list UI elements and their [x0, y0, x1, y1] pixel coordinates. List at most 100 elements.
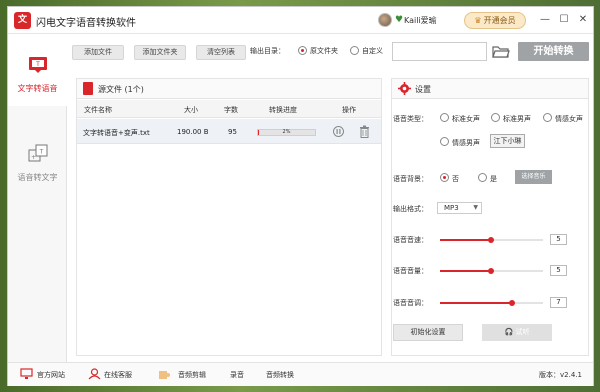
column-header-progress: 转换进度 [269, 106, 297, 114]
radio-custom-folder-label: 自定义 [362, 47, 383, 55]
user-avatar[interactable] [378, 13, 392, 27]
radio-bg-yes[interactable] [478, 173, 487, 182]
headphone-icon: 🎧 [504, 328, 516, 336]
file-icon [83, 82, 93, 95]
table-row[interactable]: 文字转语音+变声.txt 190.00 B 95 2% [77, 119, 381, 144]
speed-slider-fill [440, 239, 490, 241]
online-service-link[interactable]: 在线客服 [104, 370, 132, 380]
puzzle-icon [159, 371, 170, 379]
output-dir-label: 输出目录： [250, 47, 285, 55]
radio-voice-emotion-female[interactable] [543, 113, 552, 122]
minimize-button[interactable]: — [538, 13, 552, 27]
source-file-panel: 源文件 (1个) 文件名称 大小 字数 转换进度 操作 文字转语音+变声.txt… [76, 78, 382, 356]
add-file-button[interactable]: 添加文件 [72, 45, 124, 60]
sidebar-item-text-to-speech[interactable]: T 文字转语音 [8, 34, 67, 106]
pause-icon[interactable] [333, 126, 344, 137]
bottom-bar: 官方网站 在线客服 音频剪辑 录音 音频转换 版本：v2.4.1 [8, 362, 593, 386]
voice-type-label: 语音类型： [393, 115, 428, 123]
sidebar-item-speech-to-text[interactable]: T + 语音转文字 [8, 130, 67, 202]
user-name[interactable]: Kaili爱瑜 [404, 15, 437, 26]
progress-label: 2% [282, 129, 291, 135]
radio-voice-standard-male[interactable] [491, 113, 500, 122]
user-badge-icon: ♥ [395, 15, 404, 25]
svg-text:T: T [35, 61, 40, 68]
sidebar: T 文字转语音 T + 语音转文字 [8, 34, 67, 362]
clear-list-button[interactable]: 清空列表 [196, 45, 246, 60]
file-size-cell: 190.00 B [177, 128, 209, 136]
format-label: 输出格式： [393, 205, 428, 213]
init-settings-button[interactable]: 初始化设置 [393, 324, 463, 341]
column-header-name: 文件名称 [84, 106, 112, 114]
format-select[interactable]: MP3 ▼ [437, 202, 482, 214]
output-path-input[interactable] [392, 42, 487, 61]
radio-custom-folder[interactable] [350, 46, 359, 55]
voice-option-label: 标准男声 [503, 115, 531, 123]
pitch-label: 语音音调： [393, 299, 428, 307]
volume-slider[interactable] [440, 268, 543, 274]
settings-title: 设置 [415, 85, 431, 94]
monitor-icon [20, 368, 33, 379]
vip-button[interactable]: ♛ 开通会员 [464, 12, 526, 29]
speed-slider[interactable] [440, 237, 543, 243]
file-chars-cell: 95 [228, 128, 237, 136]
source-file-title: 源文件 (1个) [98, 85, 144, 94]
voice-selected-button[interactable]: 江下小琳 [490, 134, 525, 148]
svg-text:+: + [31, 154, 36, 161]
bg-no-label: 否 [452, 175, 459, 183]
source-file-header: 源文件 (1个) [77, 79, 381, 99]
start-convert-button[interactable]: 开始转换 [518, 42, 589, 61]
title-bar: 文 闪电文字语音转换软件 ♥ Kaili爱瑜 ♛ 开通会员 — ☐ ✕ [8, 7, 593, 34]
format-value: MP3 [444, 204, 459, 212]
volume-slider-fill [440, 270, 490, 272]
app-logo-icon: 文 [14, 12, 31, 29]
record-link[interactable]: 录音 [230, 370, 244, 380]
radio-source-folder[interactable] [298, 46, 307, 55]
voice-option-label: 标准女声 [452, 115, 480, 123]
audio-convert-link[interactable]: 音频转换 [266, 370, 294, 380]
column-header-chars: 字数 [224, 106, 238, 114]
sidebar-item-label: 文字转语音 [17, 84, 58, 93]
audio-edit-link[interactable]: 音频剪辑 [178, 370, 206, 380]
pitch-slider-knob[interactable] [509, 300, 515, 306]
preview-label: 试听 [515, 328, 530, 336]
gear-icon [398, 82, 411, 95]
user-icon [88, 368, 101, 380]
table-header: 文件名称 大小 字数 转换进度 操作 [77, 100, 381, 118]
column-header-actions: 操作 [342, 106, 356, 114]
add-folder-button[interactable]: 添加文件夹 [134, 45, 186, 60]
volume-label: 语音音量： [393, 267, 428, 275]
choose-music-button[interactable]: 选择音乐 [515, 170, 552, 184]
voice-option-label: 情感女声 [555, 115, 583, 123]
app-title: 闪电文字语音转换软件 [36, 18, 136, 29]
delete-icon[interactable] [359, 125, 370, 138]
radio-voice-emotion-male[interactable] [440, 137, 449, 146]
radio-bg-no[interactable] [440, 173, 449, 182]
version-label: 版本：v2.4.1 [539, 371, 582, 379]
preview-button[interactable]: 🎧 试听 [482, 324, 552, 341]
volume-slider-knob[interactable] [488, 268, 494, 274]
maximize-button[interactable]: ☐ [557, 13, 571, 27]
close-button[interactable]: ✕ [576, 13, 590, 27]
pitch-value[interactable]: 7 [550, 297, 567, 308]
speed-value[interactable]: 5 [550, 234, 567, 245]
file-name-cell: 文字转语音+变声.txt [83, 129, 150, 137]
crown-icon: ♛ [474, 16, 482, 25]
pitch-slider-fill [440, 302, 511, 304]
background-label: 语音背景： [393, 175, 428, 183]
text-to-speech-icon: T [29, 57, 47, 73]
volume-value[interactable]: 5 [550, 265, 567, 276]
speed-label: 语音音速： [393, 236, 428, 244]
column-header-size: 大小 [184, 106, 198, 114]
chevron-down-icon: ▼ [473, 204, 478, 211]
settings-header: 设置 [392, 79, 588, 99]
speed-slider-knob[interactable] [488, 237, 494, 243]
vip-label: 开通会员 [483, 16, 516, 25]
folder-open-icon[interactable] [492, 44, 510, 59]
radio-voice-standard-female[interactable] [440, 113, 449, 122]
radio-source-folder-label: 原文件夹 [310, 47, 338, 55]
speech-to-text-icon: T + [28, 144, 48, 162]
sidebar-item-label: 语音转文字 [17, 173, 58, 182]
website-link[interactable]: 官方网站 [37, 370, 65, 380]
pitch-slider[interactable] [440, 300, 543, 306]
progress-bar: 2% [257, 129, 316, 136]
